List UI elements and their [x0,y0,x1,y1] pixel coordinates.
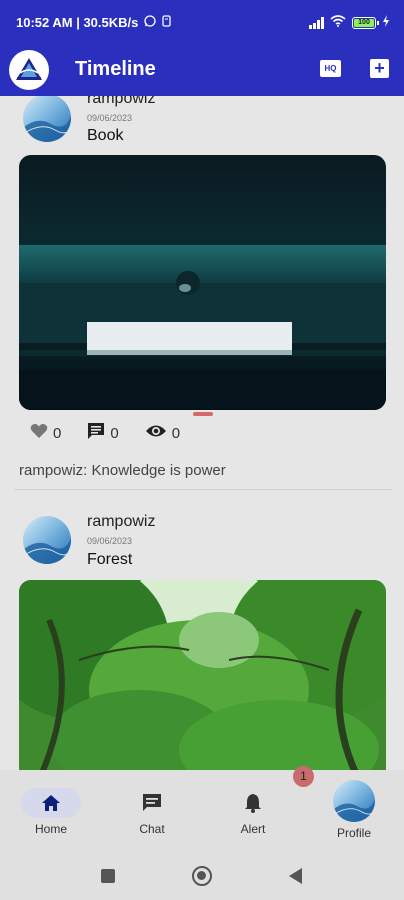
storage-icon [162,15,172,30]
charging-icon [382,15,390,30]
post-caption: rampowiz: Knowledge is power [19,462,226,479]
post-image[interactable] [19,580,386,770]
comment-count: 0 [110,424,119,442]
recents-button[interactable] [101,869,115,883]
post-divider [14,489,392,490]
nav-alert-label: Alert [240,822,266,836]
post-card: rampowiz 09/06/2023 Forest [0,496,404,770]
status-time-speed: 10:52 AM | 30.5KB/s [16,15,139,30]
home-system-button[interactable] [192,866,212,886]
battery-level: 100 [354,18,374,27]
app-bar: Timeline HQ + [0,46,404,96]
page-title: Timeline [75,58,156,80]
avatar[interactable] [23,96,71,142]
scroll-indicator [193,412,213,416]
post-username[interactable]: rampowiz [87,513,155,531]
post-username[interactable]: rampowiz [87,96,155,108]
wifi-icon [330,15,346,30]
whatsapp-icon [144,15,157,30]
signal-icon [309,16,324,29]
timeline-feed[interactable]: rampowiz 09/06/2023 Book 0 0 0 rampowiz:… [0,96,404,770]
comment-button[interactable]: 0 [87,422,119,444]
post-card: rampowiz 09/06/2023 Book 0 0 0 rampowiz:… [0,96,404,496]
nav-chat-label: Chat [139,822,165,836]
post-title: Forest [87,551,133,568]
nav-home-label: Home [34,822,67,836]
like-count: 0 [53,424,62,442]
post-image[interactable] [19,155,386,410]
chat-icon [122,788,182,818]
avatar[interactable] [23,516,71,564]
views-indicator: 0 [145,424,180,442]
back-button[interactable] [289,868,302,884]
app-logo[interactable] [9,50,49,90]
heart-icon [30,423,48,443]
alert-badge: 1 [293,766,314,787]
views-count: 0 [171,424,181,442]
post-date: 09/06/2023 [87,536,133,546]
post-title: Book [87,127,124,144]
avatar[interactable] [333,780,375,822]
status-bar: 10:52 AM | 30.5KB/s 100 [0,0,404,46]
nav-home[interactable]: Home [11,770,91,852]
hq-button[interactable]: HQ [320,60,341,77]
eye-icon [145,424,167,442]
home-icon [21,788,81,818]
add-post-button[interactable]: + [370,59,389,78]
nav-chat[interactable]: Chat [112,770,192,852]
system-nav-bar [0,852,404,900]
bell-icon [223,788,283,818]
battery-icon: 100 [352,16,379,29]
like-button[interactable]: 0 [30,423,61,443]
nav-profile-label: Profile [336,826,371,840]
post-date: 09/06/2023 [87,113,133,123]
comment-icon [87,422,105,444]
nav-alert[interactable]: Alert [213,770,293,852]
post-actions: 0 0 0 [30,422,200,444]
